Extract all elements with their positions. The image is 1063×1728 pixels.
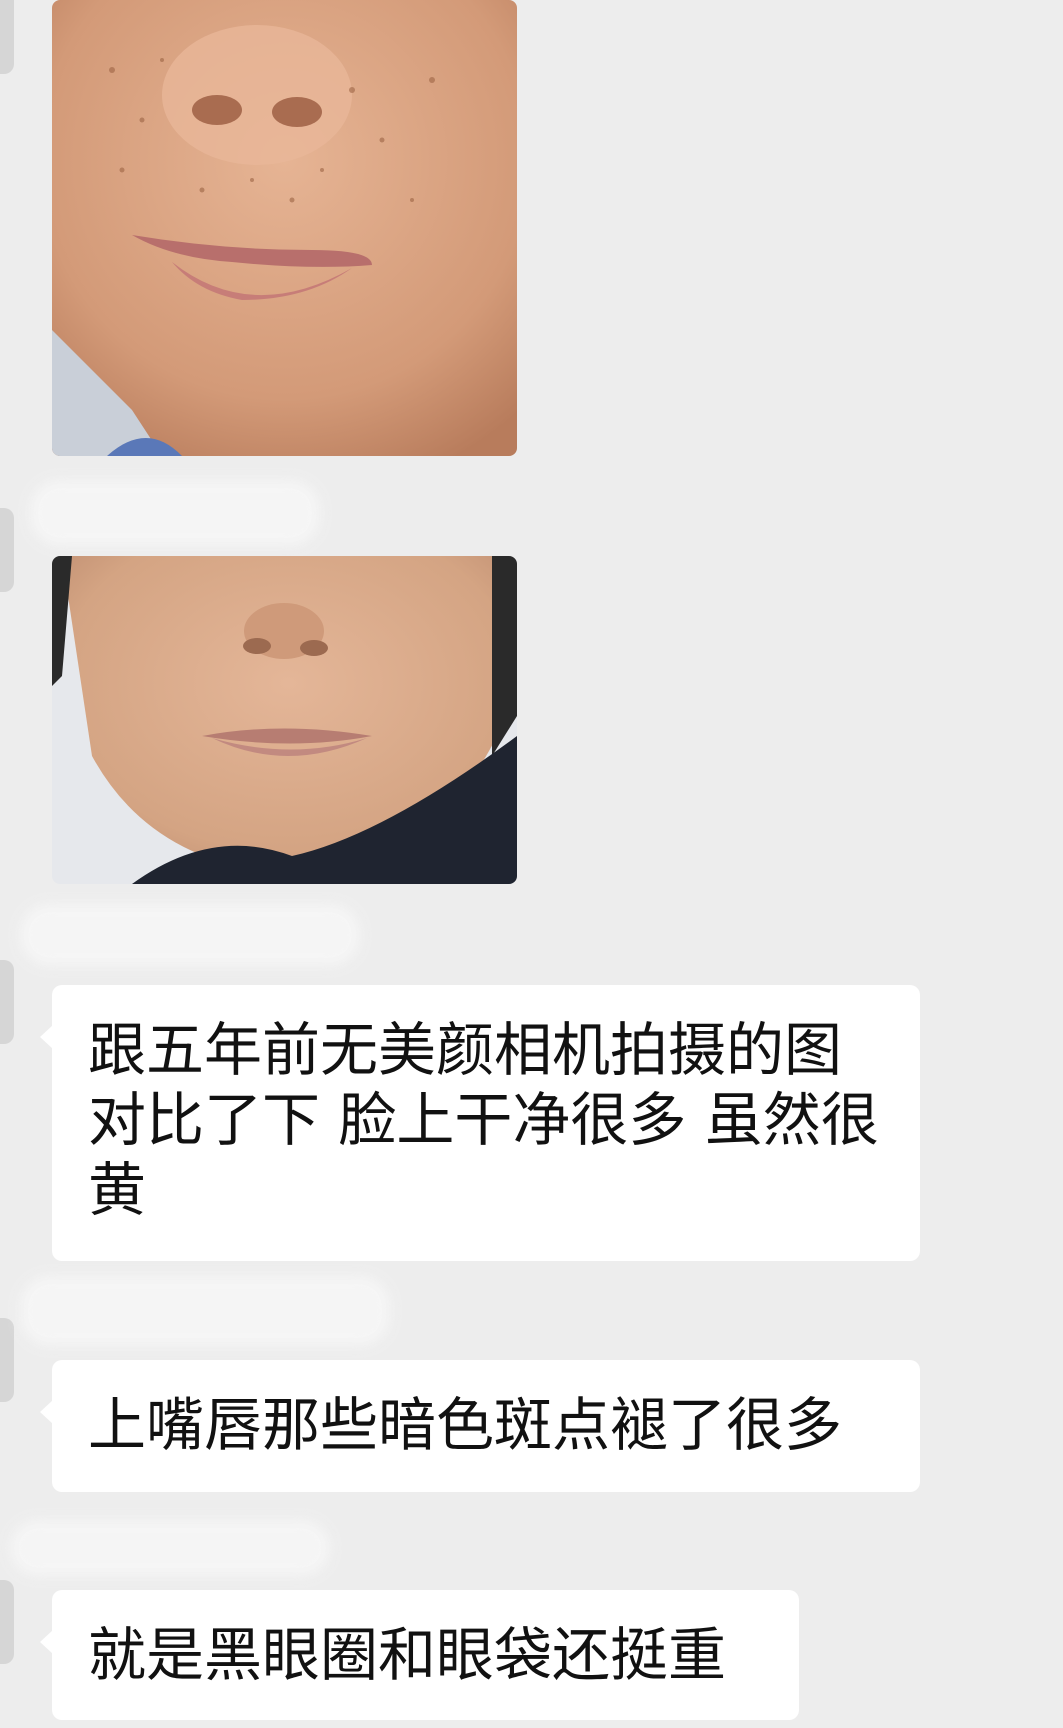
redacted-sender-name bbox=[30, 480, 320, 546]
redacted-sender-name bbox=[20, 1276, 390, 1346]
face-photo bbox=[52, 0, 517, 456]
image-message-face-after[interactable] bbox=[52, 556, 517, 884]
sender-avatar[interactable] bbox=[0, 508, 14, 592]
text-message-bubble[interactable]: 上嘴唇那些暗色斑点褪了很多 bbox=[40, 1360, 920, 1492]
redacted-sender-name bbox=[10, 1520, 330, 1576]
redacted-sender-name bbox=[20, 904, 360, 966]
text-message-bubble[interactable]: 跟五年前无美颜相机拍摄的图对比了下 脸上干净很多 虽然很黄 bbox=[40, 985, 920, 1261]
image-message-face-before[interactable] bbox=[52, 0, 517, 456]
sender-avatar[interactable] bbox=[0, 0, 14, 74]
text-message-bubble[interactable]: 就是黑眼圈和眼袋还挺重 bbox=[40, 1590, 799, 1720]
face-photo bbox=[52, 556, 517, 884]
sender-avatar[interactable] bbox=[0, 960, 14, 1044]
sender-avatar[interactable] bbox=[0, 1318, 14, 1402]
sender-avatar[interactable] bbox=[0, 1580, 14, 1664]
